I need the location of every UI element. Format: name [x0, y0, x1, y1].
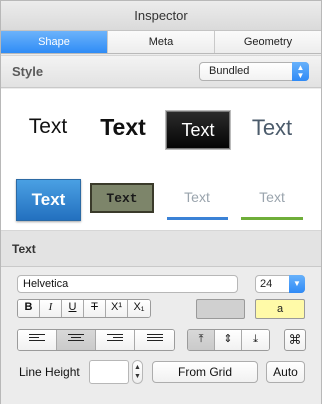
text-format-buttons: B I U T X¹ X₁: [17, 299, 151, 318]
text-inset-button[interactable]: ⌘: [284, 329, 306, 351]
inspector-tabs: Shape Meta Geometry: [1, 31, 321, 54]
style-sample-blue-underline[interactable]: Text: [166, 189, 228, 205]
tab-meta[interactable]: Meta: [108, 31, 215, 53]
style-section-label: Style: [12, 64, 44, 79]
font-size-value: 24: [260, 278, 273, 290]
text-controls: Helvetica 24 ▼ B I U T X¹ X₁ a ⤒ ⇕ ⤓ ⌘ L…: [1, 267, 321, 404]
valign-bottom-icon: ⤓: [253, 333, 258, 345]
style-sample-plain[interactable]: Text: [17, 115, 79, 139]
line-height-stepper-icon[interactable]: ▲ ▼: [132, 360, 143, 384]
tab-shape[interactable]: Shape: [1, 31, 108, 53]
window-title: Inspector: [1, 1, 321, 31]
line-height-field[interactable]: [89, 360, 129, 384]
valign-middle-button[interactable]: ⇕: [215, 330, 242, 350]
vertical-alignment-buttons: ⤒ ⇕ ⤓: [187, 329, 270, 351]
style-sample-olive-mono[interactable]: Text: [90, 183, 154, 213]
valign-top-icon: ⤒: [198, 333, 204, 345]
subscript-button[interactable]: X₁: [128, 300, 150, 317]
align-justify-button[interactable]: [135, 330, 174, 350]
style-samples-grid: Text Text Text Text Text Text Text Text: [1, 89, 321, 230]
blue-underline: [167, 217, 228, 220]
style-preset-select[interactable]: Bundled ▲ ▼: [199, 62, 309, 81]
text-color-well[interactable]: a: [255, 299, 305, 319]
style-preset-value: Bundled: [209, 65, 250, 77]
align-justify-icon: [146, 334, 163, 344]
valign-top-button[interactable]: ⤒: [188, 330, 215, 350]
valign-middle-icon: ⇕: [223, 333, 233, 345]
style-sample-dark-box[interactable]: Text: [166, 111, 230, 149]
inspector-window: Inspector Shape Meta Geometry Style Bund…: [0, 0, 322, 404]
align-left-icon: [29, 334, 45, 344]
align-left-button[interactable]: [18, 330, 57, 350]
style-sample-bold[interactable]: Text: [91, 114, 155, 141]
font-family-field[interactable]: Helvetica: [17, 275, 238, 293]
text-section-label: Text: [12, 242, 36, 256]
chevron-down-icon[interactable]: ▼: [289, 275, 305, 293]
line-height-label: Line Height: [19, 365, 80, 379]
horizontal-alignment-buttons: [17, 329, 175, 351]
bold-button[interactable]: B: [18, 300, 40, 317]
align-center-icon: [68, 334, 84, 344]
from-grid-button[interactable]: From Grid: [152, 361, 258, 383]
fill-color-well[interactable]: [196, 299, 245, 319]
style-sample-blue-box[interactable]: Text: [16, 179, 81, 221]
style-sample-slate[interactable]: Text: [241, 115, 303, 141]
align-right-button[interactable]: [96, 330, 135, 350]
style-sample-green-underline[interactable]: Text: [241, 189, 303, 205]
align-center-button[interactable]: [57, 330, 96, 350]
font-size-combo[interactable]: 24 ▼: [255, 275, 305, 293]
auto-button[interactable]: Auto: [266, 361, 305, 383]
strikethrough-button[interactable]: T: [84, 300, 106, 317]
tab-geometry[interactable]: Geometry: [215, 31, 321, 53]
align-right-icon: [107, 334, 123, 344]
underline-button[interactable]: U: [62, 300, 84, 317]
style-section-header: Style Bundled ▲ ▼: [1, 55, 321, 88]
italic-button[interactable]: I: [40, 300, 62, 317]
text-inset-icon: ⌘: [288, 332, 302, 347]
up-down-stepper-icon: ▲ ▼: [292, 62, 309, 81]
green-underline: [241, 217, 303, 220]
superscript-button[interactable]: X¹: [106, 300, 128, 317]
valign-bottom-button[interactable]: ⤓: [242, 330, 269, 350]
text-section-header: Text: [1, 230, 321, 267]
